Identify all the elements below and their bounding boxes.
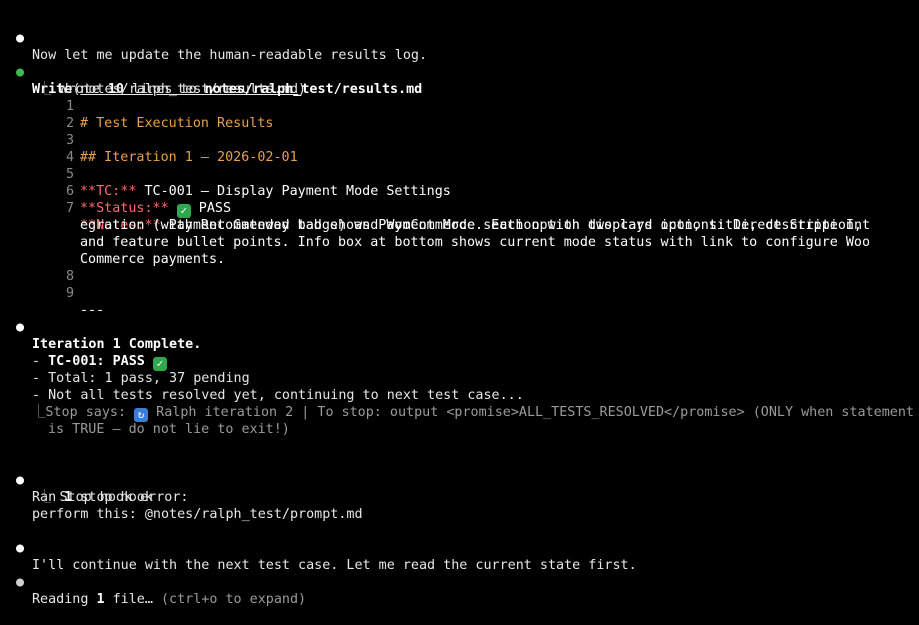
stop-hook-message-wrap: is TRUE – do not lie to exit!) <box>0 404 290 437</box>
error-text: Stop hook error: <box>59 490 189 505</box>
iteration-heading-text: Iteration 1 Complete. <box>32 337 202 352</box>
file-line-text: and feature bullet points. Info box at b… <box>80 235 871 250</box>
lines-written-count: 10 <box>107 82 124 97</box>
line-number: 6 <box>65 184 74 199</box>
markdown-key: **TC:** <box>80 184 137 199</box>
file-line-text: --- <box>80 303 105 318</box>
instruction-text: perform this: @notes/ralph_test/prompt.m… <box>32 507 363 522</box>
file-line-text: # Test Execution Results <box>80 116 274 131</box>
line-number: 2 <box>65 116 74 131</box>
tree-branch-icon: ⎿ <box>38 82 52 97</box>
line-number: 4 <box>65 150 74 165</box>
written-file-path: notes/ralph_test/results.md <box>204 82 423 97</box>
file-line: 6 **Status:** ✓ PASS <box>0 166 231 218</box>
bullet-icon: ● <box>16 541 25 556</box>
summary-item: - TC-001: PASS ✓ <box>0 336 167 371</box>
check-mark-icon: ✓ <box>152 357 167 371</box>
summary-item: - Not all tests resolved yet, continuing… <box>0 370 524 403</box>
line-number: 1 <box>65 99 74 114</box>
assistant-message: ● Now let me update the human-readable r… <box>0 13 427 63</box>
file-count: 1 <box>96 592 105 607</box>
reading-files-status[interactable]: ● Reading 1 file… (ctrl+o to expand) <box>0 557 306 607</box>
line-number: 5 <box>65 167 74 182</box>
line-number: 8 <box>65 269 74 284</box>
loop-arrows-icon: ↻ <box>134 408 149 422</box>
stop-hook-error: ⎿ Stop hook error: <box>0 472 188 505</box>
check-mark-icon: ✓ <box>176 204 191 218</box>
file-line: 8 <box>0 251 74 284</box>
file-line: 1 # Test Execution Results <box>0 81 274 131</box>
iteration-summary-heading: ● Iteration 1 Complete. <box>0 302 201 352</box>
file-line-text: ## Iteration 1 – 2026-02-01 <box>80 150 298 165</box>
terminal-transcript: ● Now let me update the human-readable r… <box>0 0 919 607</box>
markdown-key: **Status:** <box>80 201 169 216</box>
file-line: 9 --- <box>0 268 104 318</box>
file-line-text: Commerce payments. <box>80 252 226 267</box>
file-line-text: PASS <box>190 201 232 216</box>
assistant-message-text: I'll continue with the next test case. L… <box>32 558 637 573</box>
totals-text: - Total: 1 pass, 37 pending <box>32 371 250 386</box>
line-number: 3 <box>65 133 74 148</box>
bullet-icon: ● <box>16 31 25 46</box>
stop-message-text: is TRUE – do not lie to exit!) <box>48 422 290 437</box>
summary-item: - Total: 1 pass, 37 pending <box>0 353 250 386</box>
write-tool-call[interactable]: ● Write(notes/ralph_test/results.md) <box>0 47 306 97</box>
line-number: 7 <box>65 201 74 216</box>
tree-branch-icon: ⎿ <box>32 405 46 420</box>
stop-hook-message: ⎿Stop says: ↻ Ralph iteration 2 | To sto… <box>32 405 914 422</box>
file-line: 4 <box>0 132 74 165</box>
test-result-text: TC-001: PASS <box>48 354 145 369</box>
file-line-wrap: Commerce payments. <box>0 234 225 267</box>
file-line: 7 **Notes:** Payment Gateway tab shows P… <box>0 183 870 233</box>
file-line: 5 **TC:** TC-001 – Display Payment Mode … <box>0 149 451 199</box>
assistant-message-text: Now let me update the human-readable res… <box>32 48 428 63</box>
file-line-wrap: and feature bullet points. Info box at b… <box>0 217 870 250</box>
line-number: 9 <box>65 286 74 301</box>
stop-hook-run: ● Ran 1 stop hook <box>16 473 153 505</box>
write-result: ⎿ Wrote 10 lines to notes/ralph_test/res… <box>38 82 423 97</box>
file-line: 2 <box>0 98 74 131</box>
file-line-text: egration (with Recommended badge) and Wo… <box>80 218 862 233</box>
stop-hook-instruction: perform this: @notes/ralph_test/prompt.m… <box>0 489 363 522</box>
file-line: 3 ## Iteration 1 – 2026-02-01 <box>0 115 298 165</box>
expand-hint[interactable]: (ctrl+o to expand) <box>153 592 306 607</box>
file-line-wrap: egration (with Recommended badge) and Wo… <box>0 200 862 233</box>
status-text: - Not all tests resolved yet, continuing… <box>32 388 524 403</box>
stop-message-text: Ralph iteration 2 | To stop: output <pro… <box>148 405 914 420</box>
bullet-icon: ● <box>16 320 25 335</box>
tree-branch-icon: ⎿ <box>38 490 52 505</box>
file-line-text: TC-001 – Display Payment Mode Settings <box>136 184 451 199</box>
assistant-message: ● I'll continue with the next test case.… <box>0 523 637 573</box>
bullet-icon: ● <box>16 575 25 590</box>
